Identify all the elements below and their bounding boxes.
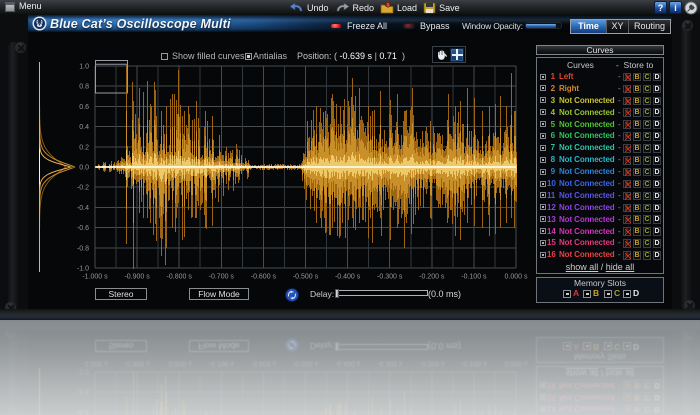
svg-text:-0.100 s: -0.100 s: [461, 360, 487, 367]
svg-text:-0.100 s: -0.100 s: [461, 274, 487, 281]
svg-text:1.0: 1.0: [79, 63, 89, 70]
svg-text:-0.900 s: -0.900 s: [124, 274, 150, 281]
svg-text:-0.700 s: -0.700 s: [209, 274, 235, 281]
svg-text:0.4: 0.4: [79, 124, 89, 131]
svg-text:-0.800 s: -0.800 s: [167, 360, 193, 367]
svg-text:0.0: 0.0: [79, 165, 89, 172]
svg-text:-0.6: -0.6: [77, 408, 89, 415]
svg-text:0.000 s: 0.000 s: [505, 274, 528, 281]
svg-text:-1.000 s: -1.000 s: [82, 274, 108, 281]
svg-text:-0.300 s: -0.300 s: [377, 360, 403, 367]
svg-text:-0.200 s: -0.200 s: [419, 274, 445, 281]
svg-text:-1.0: -1.0: [77, 367, 89, 374]
svg-text:-0.900 s: -0.900 s: [124, 360, 150, 367]
svg-text:-0.8: -0.8: [77, 246, 89, 253]
svg-text:0.8: 0.8: [79, 84, 89, 91]
svg-text:-0.6: -0.6: [77, 225, 89, 232]
svg-text:-0.500 s: -0.500 s: [293, 274, 319, 281]
svg-text:-0.400 s: -0.400 s: [335, 360, 361, 367]
svg-text:0.2: 0.2: [79, 144, 89, 151]
svg-text:-0.700 s: -0.700 s: [209, 360, 235, 367]
svg-text:-0.2: -0.2: [77, 185, 89, 192]
svg-text:0.6: 0.6: [79, 104, 89, 111]
svg-text:0.000 s: 0.000 s: [505, 360, 528, 367]
svg-text:-1.000 s: -1.000 s: [82, 360, 108, 367]
svg-text:-0.8: -0.8: [77, 388, 89, 395]
svg-text:-0.600 s: -0.600 s: [251, 274, 277, 281]
svg-text:-1.0: -1.0: [77, 266, 89, 273]
svg-text:-0.800 s: -0.800 s: [167, 274, 193, 281]
svg-text:-0.200 s: -0.200 s: [419, 360, 445, 367]
svg-text:-0.600 s: -0.600 s: [251, 360, 277, 367]
svg-text:-0.400 s: -0.400 s: [335, 274, 361, 281]
svg-text:-0.500 s: -0.500 s: [293, 360, 319, 367]
svg-text:-0.300 s: -0.300 s: [377, 274, 403, 281]
svg-text:-0.4: -0.4: [77, 205, 89, 212]
